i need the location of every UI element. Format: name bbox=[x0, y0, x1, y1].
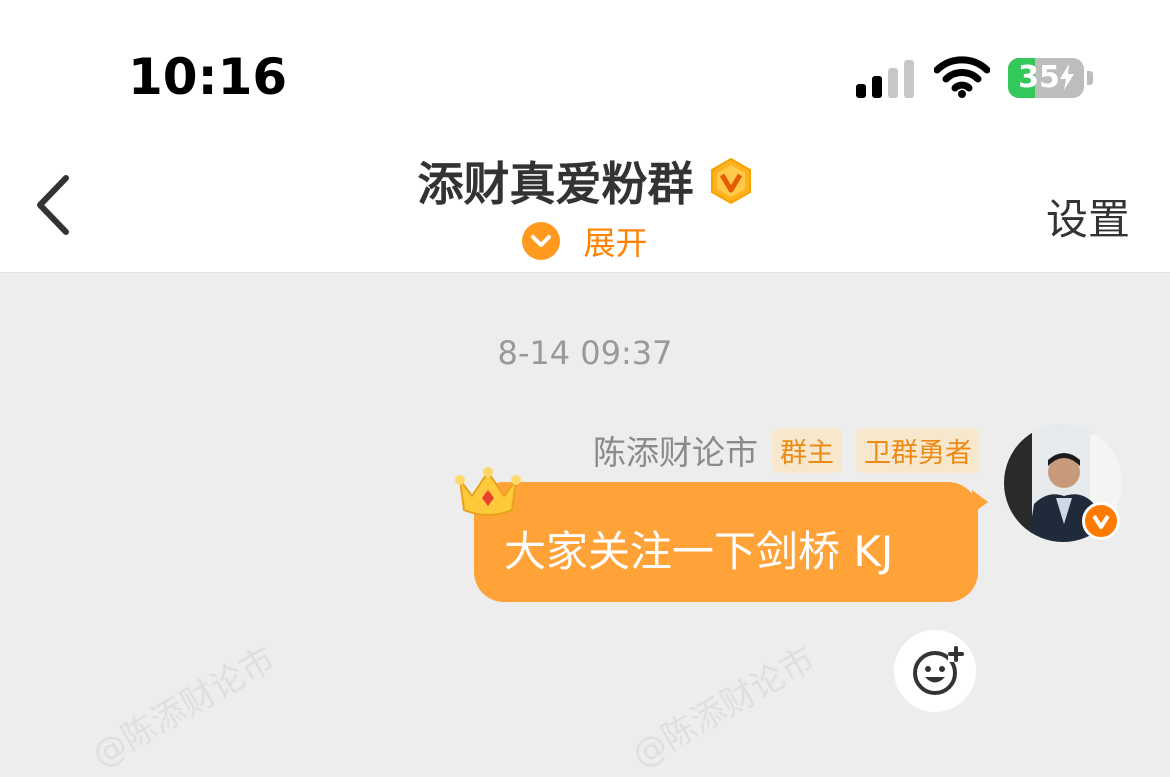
message-text: 大家关注一下剑桥 KJ bbox=[504, 527, 894, 576]
vip-badge-icon bbox=[710, 157, 751, 205]
wifi-icon bbox=[934, 56, 990, 98]
nav-bar: 添财真爱粉群 展开 设置 bbox=[0, 130, 1170, 273]
crown-icon bbox=[455, 467, 521, 516]
signal-icon bbox=[856, 58, 916, 98]
emoji-add-button[interactable] bbox=[894, 630, 976, 712]
watermark: @陈添财论市 bbox=[625, 639, 823, 776]
sender-row: 陈添财论市 群主 卫群勇者 bbox=[593, 426, 980, 474]
tag-group-owner: 群主 bbox=[772, 427, 842, 473]
battery-icon: 35 bbox=[1008, 58, 1094, 98]
message-timestamp: 8-14 09:37 bbox=[497, 334, 673, 372]
verified-badge-icon bbox=[1082, 502, 1120, 540]
chevron-down-icon bbox=[522, 222, 561, 260]
status-bar: 10:16 35 bbox=[0, 0, 1170, 130]
settings-button[interactable]: 设置 bbox=[1046, 186, 1130, 247]
tag-group-guardian: 卫群勇者 bbox=[856, 427, 980, 473]
group-title[interactable]: 添财真爱粉群 bbox=[417, 148, 693, 214]
bubble-tail bbox=[972, 490, 988, 514]
watermark: @陈添财论市 bbox=[85, 639, 283, 776]
status-time: 10:16 bbox=[128, 48, 288, 106]
message-bubble[interactable]: 大家关注一下剑桥 KJ bbox=[474, 482, 978, 602]
expand-toggle[interactable]: 展开 bbox=[0, 218, 1170, 264]
sender-name[interactable]: 陈添财论市 bbox=[593, 426, 758, 474]
emoji-add-icon bbox=[913, 646, 964, 695]
expand-label: 展开 bbox=[583, 224, 648, 262]
battery-level: 35 bbox=[1018, 60, 1060, 95]
